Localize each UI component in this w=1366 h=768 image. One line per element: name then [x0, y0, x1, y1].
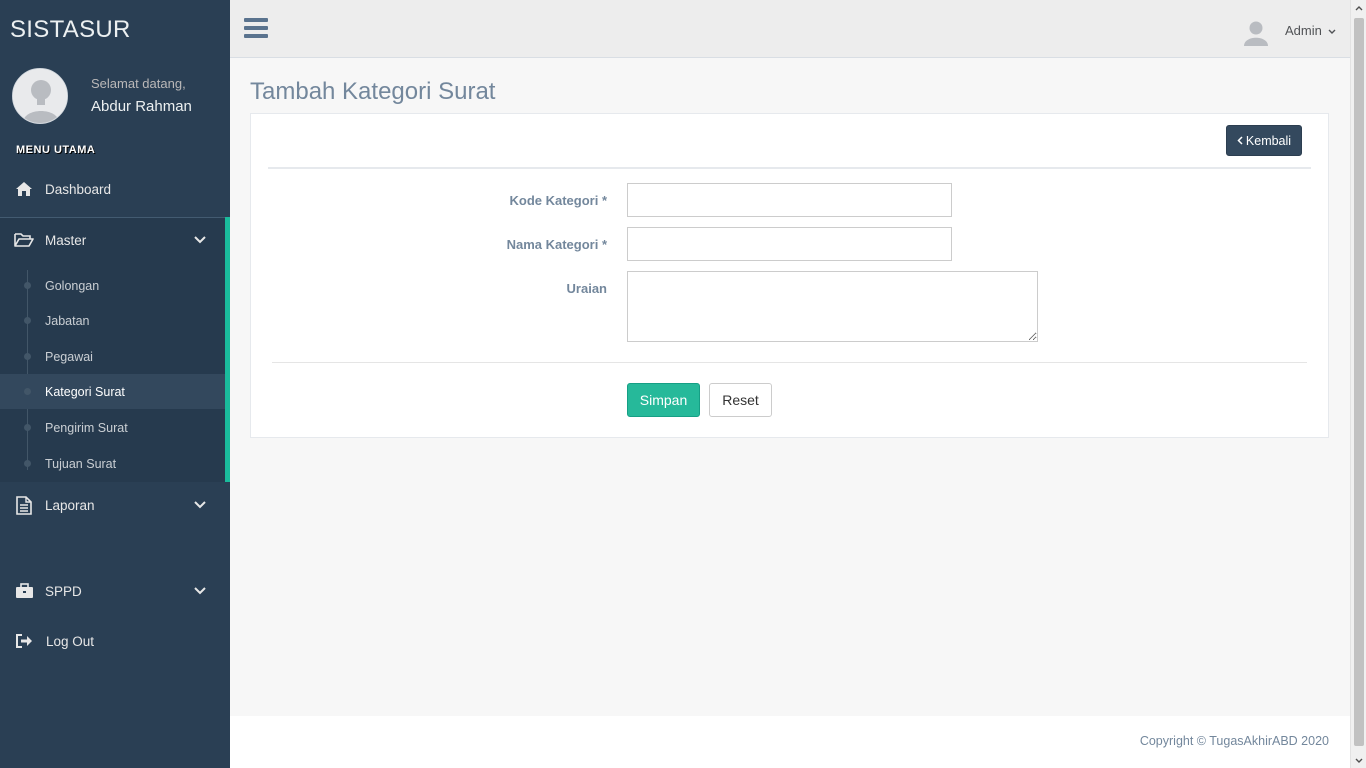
subitem-label: Tujuan Surat — [45, 456, 117, 471]
form-panel: Kembali Kode Kategori * Nama Kategori * … — [250, 113, 1329, 438]
bullet-dot — [24, 424, 31, 431]
menu-toggle-button[interactable] — [244, 18, 268, 40]
main-content: Admin Tambah Kategori Surat Kembali Kode… — [230, 0, 1350, 768]
chevron-down-icon — [194, 498, 208, 512]
sidebar-item-laporan[interactable]: Laporan — [0, 487, 230, 523]
uraian-label: Uraian — [566, 281, 607, 296]
subitem-label: Pegawai — [45, 349, 93, 364]
sidebar-item-logout[interactable]: Log Out — [0, 623, 230, 659]
sidebar-subitem-golongan[interactable]: Golongan — [0, 268, 225, 303]
vertical-scrollbar[interactable] — [1350, 0, 1366, 768]
footer: Copyright © TugasAkhirABD 2020 — [230, 716, 1350, 768]
user-menu-label: Admin — [1285, 23, 1322, 38]
subitem-label: Jabatan — [45, 313, 90, 328]
sidebar-item-dashboard[interactable]: Dashboard — [0, 171, 230, 207]
chevron-down-icon — [194, 584, 208, 598]
file-text-icon — [14, 495, 34, 515]
panel-divider — [268, 167, 1311, 169]
sidebar-item-label: SPPD — [45, 583, 82, 599]
sidebar: SISTASUR Selamat datang, Abdur Rahman ME… — [0, 0, 230, 768]
scroll-down-arrow-icon[interactable] — [1351, 752, 1366, 768]
welcome-text: Selamat datang, — [91, 76, 186, 91]
back-button[interactable]: Kembali — [1226, 125, 1302, 156]
sidebar-item-label: Dashboard — [45, 181, 112, 197]
form-divider — [272, 362, 1307, 363]
sidebar-subitem-tujuan-surat[interactable]: Tujuan Surat — [0, 446, 225, 481]
nama-kategori-input[interactable] — [627, 227, 952, 261]
sign-out-icon — [14, 631, 34, 651]
brand-title[interactable]: SISTASUR — [10, 16, 131, 44]
user-menu-dropdown[interactable]: Admin — [1285, 23, 1336, 38]
bullet-dot — [24, 353, 31, 360]
sidebar-subitem-kategori-surat[interactable]: Kategori Surat — [0, 374, 225, 409]
page-title: Tambah Kategori Surat — [250, 78, 496, 105]
hamburger-bar — [244, 18, 268, 22]
scroll-up-arrow-icon[interactable] — [1351, 0, 1366, 16]
profile-avatar — [12, 68, 68, 124]
save-button[interactable]: Simpan — [627, 383, 700, 417]
bullet-dot — [24, 388, 31, 395]
profile-username: Abdur Rahman — [91, 98, 192, 115]
sidebar-item-master[interactable]: Master — [0, 222, 230, 258]
sidebar-subitem-pengirim-surat[interactable]: Pengirim Surat — [0, 410, 225, 445]
user-avatar-icon[interactable] — [1242, 18, 1270, 46]
subitem-label: Golongan — [45, 278, 100, 293]
folder-open-icon — [14, 230, 34, 250]
user-silhouette-icon — [13, 69, 67, 123]
subitem-label: Pengirim Surat — [45, 420, 128, 435]
bullet-dot — [24, 460, 31, 467]
back-button-label: Kembali — [1245, 133, 1292, 148]
chevron-down-icon — [1328, 23, 1336, 38]
nama-kategori-label: Nama Kategori * — [506, 237, 607, 252]
uraian-textarea[interactable] — [627, 271, 1038, 342]
chevron-down-icon — [194, 233, 208, 247]
scroll-thumb[interactable] — [1354, 18, 1364, 746]
sidebar-subitem-pegawai[interactable]: Pegawai — [0, 339, 225, 374]
hamburger-bar — [244, 34, 268, 38]
bullet-dot — [24, 282, 31, 289]
briefcase-icon — [14, 581, 34, 601]
menu-heading: MENU UTAMA — [16, 144, 96, 156]
chevron-left-icon — [1237, 134, 1243, 148]
sidebar-subitem-jabatan[interactable]: Jabatan — [0, 303, 225, 338]
sidebar-item-label: Master — [45, 232, 87, 248]
top-navbar: Admin — [230, 0, 1350, 58]
sidebar-item-sppd[interactable]: SPPD — [0, 573, 230, 609]
hamburger-bar — [244, 26, 268, 30]
reset-button[interactable]: Reset — [709, 383, 772, 417]
sidebar-item-label: Log Out — [46, 633, 95, 649]
kode-kategori-input[interactable] — [627, 183, 952, 217]
home-icon — [14, 179, 34, 199]
kode-kategori-label: Kode Kategori * — [509, 193, 607, 208]
subitem-label: Kategori Surat — [45, 384, 125, 399]
bullet-dot — [24, 317, 31, 324]
copyright-text: Copyright © TugasAkhirABD 2020 — [1139, 734, 1329, 748]
sidebar-item-label: Laporan — [45, 497, 95, 513]
